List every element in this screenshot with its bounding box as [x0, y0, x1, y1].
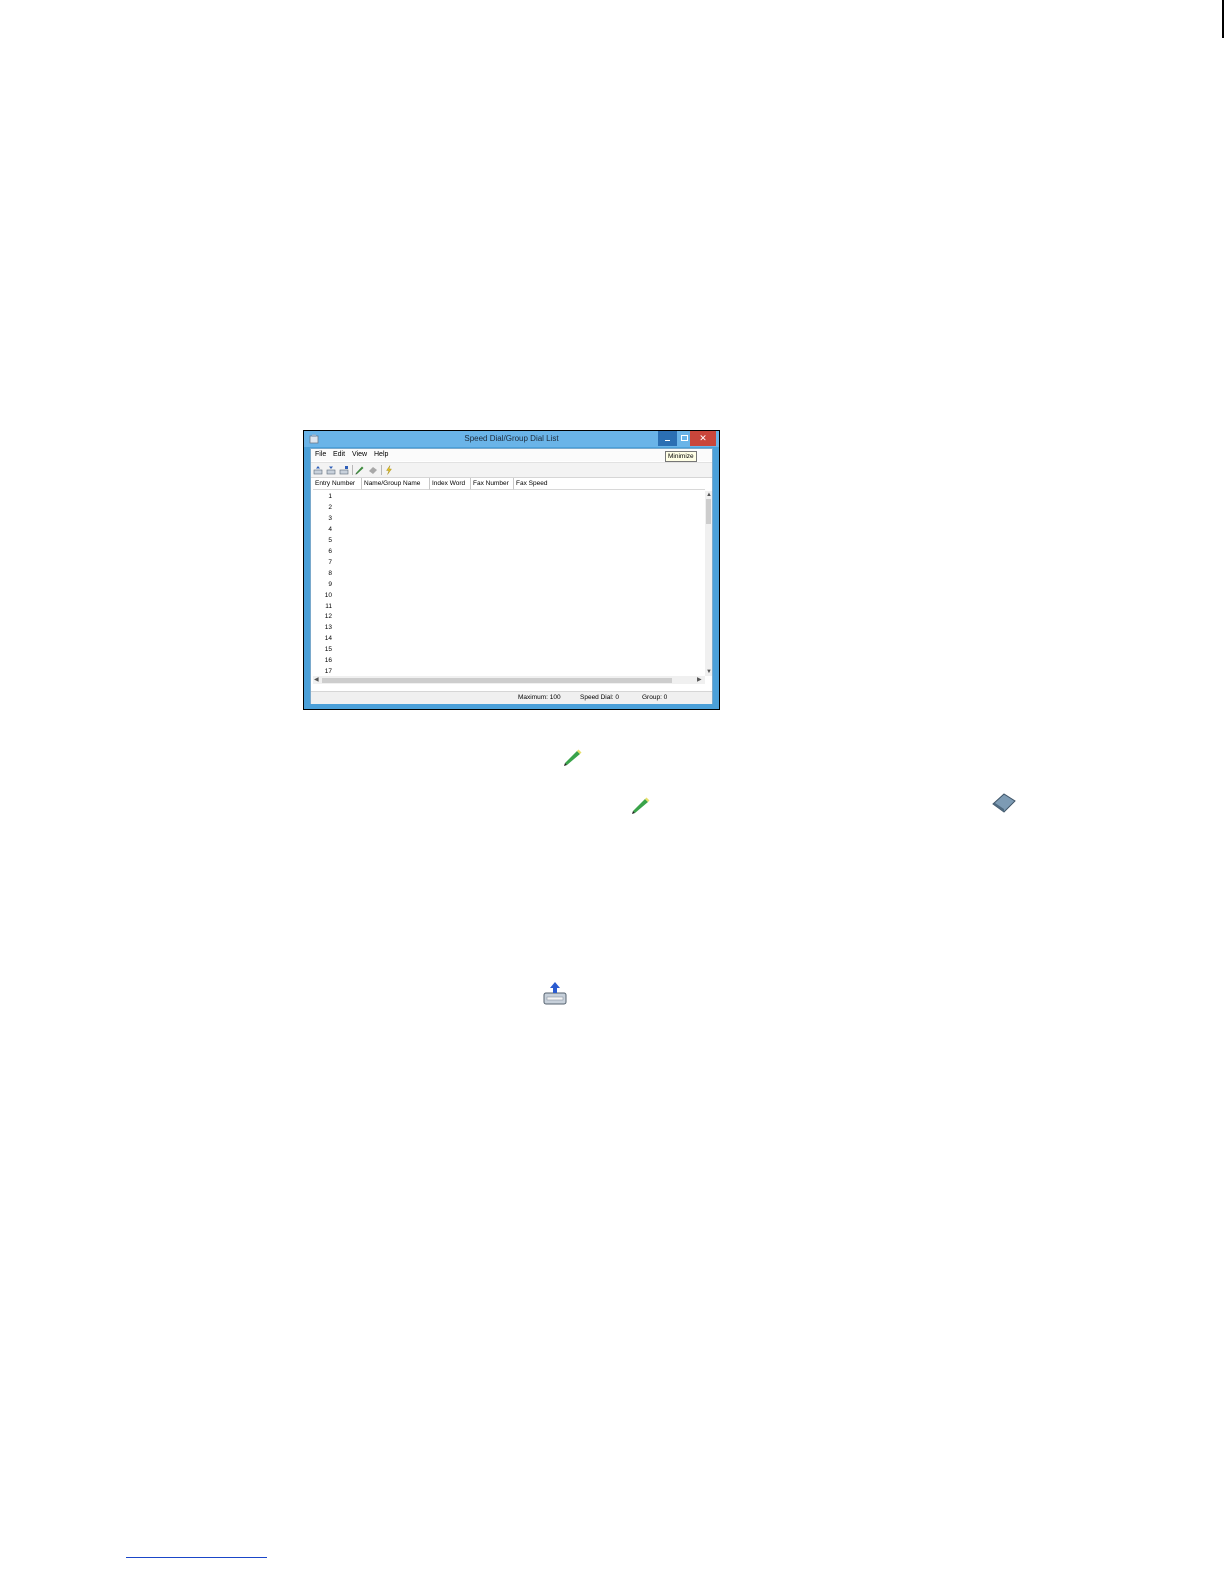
table-row[interactable]: 8 — [313, 568, 705, 579]
pencil-add-icon[interactable] — [355, 465, 365, 475]
column-header-fax-speed[interactable]: Fax Speed — [514, 478, 705, 490]
table-row[interactable]: 17 — [313, 666, 705, 676]
entry-number-cell: 16 — [324, 657, 332, 665]
entry-number-cell: 10 — [324, 591, 332, 599]
printer-settings-icon[interactable] — [339, 465, 349, 475]
menu-help[interactable]: Help — [374, 451, 388, 458]
table-row[interactable]: 2 — [313, 502, 705, 513]
horizontal-scrollbar[interactable]: ◀ ▶ — [313, 676, 705, 684]
scroll-down-arrow-icon[interactable]: ▼ — [706, 669, 712, 675]
entry-number-cell: 1 — [328, 493, 332, 500]
maximize-button[interactable] — [677, 431, 690, 446]
printer-download-icon[interactable] — [313, 465, 323, 475]
table-row[interactable]: 6 — [313, 546, 705, 557]
table-row[interactable]: 14 — [313, 633, 705, 644]
lightning-icon[interactable] — [384, 465, 394, 475]
entry-number-cell: 11 — [325, 602, 332, 610]
speed-dial-list[interactable]: Entry Number Name/Group Name Index Word … — [313, 478, 712, 688]
column-header-name[interactable]: Name/Group Name — [362, 478, 430, 490]
entry-number-cell: 4 — [328, 525, 332, 533]
table-row[interactable]: 7 — [313, 557, 705, 568]
toolbar-separator — [352, 465, 353, 475]
printer-upload-icon[interactable] — [326, 465, 336, 475]
table-row[interactable]: 13 — [313, 622, 705, 633]
scroll-up-arrow-icon[interactable]: ▲ — [706, 492, 712, 498]
list-rows: 123456789101112131415161718 — [313, 491, 705, 676]
scroll-left-arrow-icon[interactable]: ◀ — [314, 677, 319, 683]
pencil-icon — [632, 797, 650, 814]
status-group: Group: 0 — [642, 694, 668, 701]
vertical-scroll-thumb[interactable] — [706, 499, 711, 524]
minimize-button[interactable] — [658, 431, 677, 446]
menu-file[interactable]: File — [315, 451, 326, 458]
table-row[interactable]: 4 — [313, 524, 705, 535]
menu-bar: File Edit View Help Minimize — [311, 449, 712, 462]
column-header-entry-number[interactable]: Entry Number — [313, 478, 362, 490]
status-speed-dial: Speed Dial: 0 — [580, 694, 620, 701]
menu-view[interactable]: View — [352, 451, 367, 458]
column-header-index-word[interactable]: Index Word — [430, 478, 471, 490]
entry-number-cell: 8 — [328, 569, 332, 577]
eraser-delete-icon[interactable] — [368, 465, 378, 475]
window-title: Speed Dial/Group Dial List — [464, 434, 559, 443]
toolbar — [311, 462, 712, 478]
close-button[interactable]: ✕ — [690, 431, 716, 446]
entry-number-cell: 12 — [324, 613, 332, 621]
eraser-icon — [992, 793, 1016, 813]
entry-number-cell: 9 — [328, 580, 332, 588]
minimize-tooltip: Minimize — [665, 451, 697, 462]
entry-number-cell: 13 — [324, 624, 332, 632]
entry-number-cell: 6 — [328, 547, 332, 555]
pencil-icon — [564, 749, 582, 766]
scroll-right-arrow-icon[interactable]: ▶ — [697, 677, 702, 683]
entry-number-cell: 2 — [328, 503, 332, 511]
footer-link-rule — [126, 1557, 267, 1558]
status-maximum: Maximum: 100 — [518, 694, 561, 701]
speed-dial-window: Speed Dial/Group Dial List ✕ File Edit V… — [303, 430, 720, 710]
entry-number-cell: 17 — [324, 668, 332, 676]
table-row[interactable]: 15 — [313, 644, 705, 655]
entry-number-cell: 15 — [324, 646, 332, 654]
table-row[interactable]: 12 — [313, 611, 705, 622]
entry-number-cell: 7 — [328, 558, 332, 566]
table-row[interactable]: 1 — [313, 491, 705, 502]
printer-upload-icon — [543, 982, 567, 1005]
menu-edit[interactable]: Edit — [333, 451, 345, 458]
entry-number-cell: 3 — [328, 514, 332, 522]
vertical-scrollbar[interactable]: ▲ ▼ — [705, 491, 712, 676]
table-row[interactable]: 5 — [313, 535, 705, 546]
table-row[interactable]: 9 — [313, 579, 705, 590]
title-bar: Speed Dial/Group Dial List ✕ — [304, 431, 719, 447]
entry-number-cell: 14 — [324, 635, 332, 643]
entry-number-cell: 5 — [328, 536, 332, 544]
table-row[interactable]: 10 — [313, 590, 705, 601]
status-bar: Maximum: 100 Speed Dial: 0 Group: 0 — [311, 691, 712, 704]
table-row[interactable]: 11 — [313, 601, 705, 612]
table-row[interactable]: 3 — [313, 513, 705, 524]
table-row[interactable]: 16 — [313, 655, 705, 666]
window-client-area: File Edit View Help Minimize Entry Numbe… — [310, 448, 713, 704]
column-header-fax-number[interactable]: Fax Number — [471, 478, 514, 490]
horizontal-scroll-thumb[interactable] — [322, 678, 672, 683]
toolbar-separator — [381, 465, 382, 475]
